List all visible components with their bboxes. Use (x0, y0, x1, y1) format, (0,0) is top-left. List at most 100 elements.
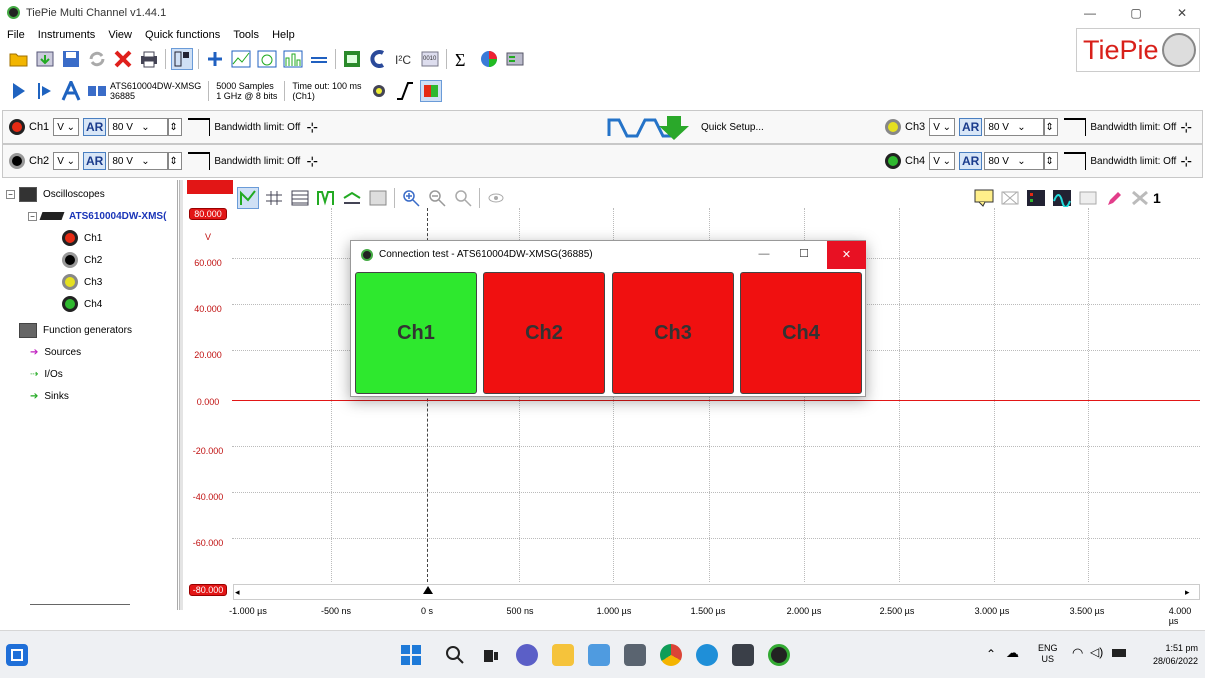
ch3-autorange-button[interactable]: AR (959, 118, 983, 136)
menu-view[interactable]: View (103, 26, 137, 44)
xy-graph-icon[interactable] (256, 48, 278, 70)
menu-tools[interactable]: Tools (228, 26, 264, 44)
trigger-level-icon[interactable] (368, 80, 390, 102)
maximize-button[interactable]: ▢ (1113, 0, 1159, 26)
ch1-range-stepper[interactable]: ⇕ (168, 118, 183, 136)
trigger-info[interactable]: Time out: 100 ms (Ch1) (292, 81, 361, 101)
envelope-icon[interactable] (341, 187, 363, 209)
start-button-icon[interactable] (400, 644, 422, 666)
disabled-channel-icon[interactable] (999, 187, 1021, 209)
serial-decoder-icon[interactable]: 0010 (419, 48, 441, 70)
file-explorer-icon[interactable] (552, 644, 574, 666)
edge-icon[interactable] (696, 644, 718, 666)
graph-scale-icon[interactable] (237, 187, 259, 209)
photos-icon[interactable] (588, 644, 610, 666)
visibility-icon[interactable] (485, 187, 507, 209)
load-icon[interactable] (34, 48, 56, 70)
refresh-icon[interactable] (86, 48, 108, 70)
ch3-probe-icon[interactable]: ⊹ (1180, 119, 1192, 136)
chrome-icon[interactable] (660, 644, 682, 666)
menu-file[interactable]: File (2, 26, 30, 44)
remote-desktop-icon[interactable] (732, 644, 754, 666)
ch1-coupling-select[interactable]: V ⌄ (53, 118, 80, 136)
persistence-icon[interactable] (367, 187, 389, 209)
tree-function-generators[interactable]: Function generators (6, 320, 132, 340)
fft-graph-icon[interactable] (282, 48, 304, 70)
ch1-autorange-button[interactable]: AR (83, 118, 107, 136)
ch4-bandwidth-icon[interactable] (1064, 152, 1087, 170)
pencil-icon[interactable] (1103, 187, 1125, 209)
ch2-enable-icon[interactable] (9, 153, 25, 169)
app-taskbar-icon[interactable] (6, 644, 28, 666)
tile-ch1[interactable]: Ch1 (355, 272, 477, 394)
task-view-icon[interactable] (480, 644, 502, 666)
i2c-icon[interactable]: I²C (393, 48, 415, 70)
tree-ios[interactable]: ⇢ I/Os (30, 364, 63, 384)
menu-help[interactable]: Help (267, 26, 300, 44)
close-graph-icon[interactable] (1129, 187, 1151, 209)
maximize-graph-icon[interactable] (1077, 187, 1099, 209)
ch2-probe-icon[interactable]: ⊹ (306, 153, 318, 170)
delete-icon[interactable] (112, 48, 134, 70)
tree-ch3[interactable]: Ch3 (62, 272, 102, 292)
volume-icon[interactable]: ◁) (1090, 645, 1103, 659)
counter-icon[interactable] (341, 48, 363, 70)
meter-icon[interactable] (308, 48, 330, 70)
tree-ch2[interactable]: Ch2 (62, 250, 102, 270)
menu-quick-functions[interactable]: Quick functions (140, 26, 225, 44)
x-scrollbar[interactable] (233, 584, 1200, 600)
wifi-icon[interactable]: ◠ (1072, 645, 1083, 661)
ch3-enable-icon[interactable] (885, 119, 901, 135)
tree-device[interactable]: − ATS610004DW-XMS( (28, 206, 166, 226)
ch3-range-stepper[interactable]: ⇕ (1044, 118, 1059, 136)
tree-oscilloscopes[interactable]: − Oscilloscopes (6, 184, 105, 204)
sample-info[interactable]: 5000 Samples 1 GHz @ 8 bits (216, 81, 277, 101)
tray-chevron-icon[interactable]: ⌃ (986, 647, 996, 661)
start-icon[interactable] (8, 80, 30, 102)
channel-enable-icon[interactable] (419, 80, 442, 102)
dialog-maximize-button[interactable]: ☐ (789, 244, 819, 266)
quick-setup-button[interactable]: Quick Setup... (607, 112, 807, 142)
ch3-bandwidth-label[interactable]: Bandwidth limit: Off (1090, 122, 1176, 133)
ch4-range-stepper[interactable]: ⇕ (1044, 152, 1059, 170)
ch1-bandwidth-label[interactable]: Bandwidth limit: Off (214, 122, 300, 133)
ch2-bandwidth-label[interactable]: Bandwidth limit: Off (214, 156, 300, 167)
device-icon[interactable] (86, 80, 108, 102)
clock[interactable]: 1:51 pm 28/06/2022 (1140, 642, 1198, 668)
ch4-probe-icon[interactable]: ⊹ (1180, 153, 1192, 170)
close-button[interactable]: ✕ (1159, 0, 1205, 26)
collapse-icon[interactable]: − (28, 211, 37, 221)
tree-ch1[interactable]: Ch1 (62, 228, 102, 248)
collapse-icon[interactable]: − (6, 189, 15, 199)
search-icon[interactable] (444, 644, 466, 666)
splitter[interactable] (179, 180, 183, 610)
tree-ch4[interactable]: Ch4 (62, 294, 102, 314)
single-icon[interactable] (34, 80, 56, 102)
print-icon[interactable] (138, 48, 160, 70)
grid-icon[interactable] (289, 187, 311, 209)
peak-icon[interactable] (315, 187, 337, 209)
ch1-enable-icon[interactable] (9, 119, 25, 135)
y-label-top[interactable]: 80.000 (189, 208, 227, 220)
can-decoder-icon[interactable] (367, 48, 389, 70)
ch4-coupling-select[interactable]: V ⌄ (929, 152, 956, 170)
comment-icon[interactable] (973, 187, 995, 209)
tree-sinks[interactable]: ➔ Sinks (30, 386, 69, 406)
zoom-in-icon[interactable] (400, 187, 422, 209)
tile-ch2[interactable]: Ch2 (483, 272, 605, 394)
ch2-range-select[interactable]: 80 V ⌄ (108, 152, 169, 170)
legend-icon[interactable] (1025, 187, 1047, 209)
ch2-bandwidth-icon[interactable] (188, 152, 211, 170)
language-indicator[interactable]: ENG US (1038, 643, 1058, 665)
tree-scrollbar[interactable] (30, 604, 130, 605)
ch4-range-select[interactable]: 80 V ⌄ (984, 152, 1045, 170)
zoom-out-icon[interactable] (426, 187, 448, 209)
tile-ch3[interactable]: Ch3 (612, 272, 734, 394)
math-sum-icon[interactable]: Σ (452, 48, 474, 70)
ch2-autorange-button[interactable]: AR (83, 152, 107, 170)
battery-icon[interactable] (1112, 649, 1126, 657)
layout-icon[interactable] (171, 48, 193, 70)
ch2-coupling-select[interactable]: V ⌄ (53, 152, 80, 170)
rising-edge-icon[interactable] (394, 80, 416, 102)
ch3-coupling-select[interactable]: V ⌄ (929, 118, 956, 136)
